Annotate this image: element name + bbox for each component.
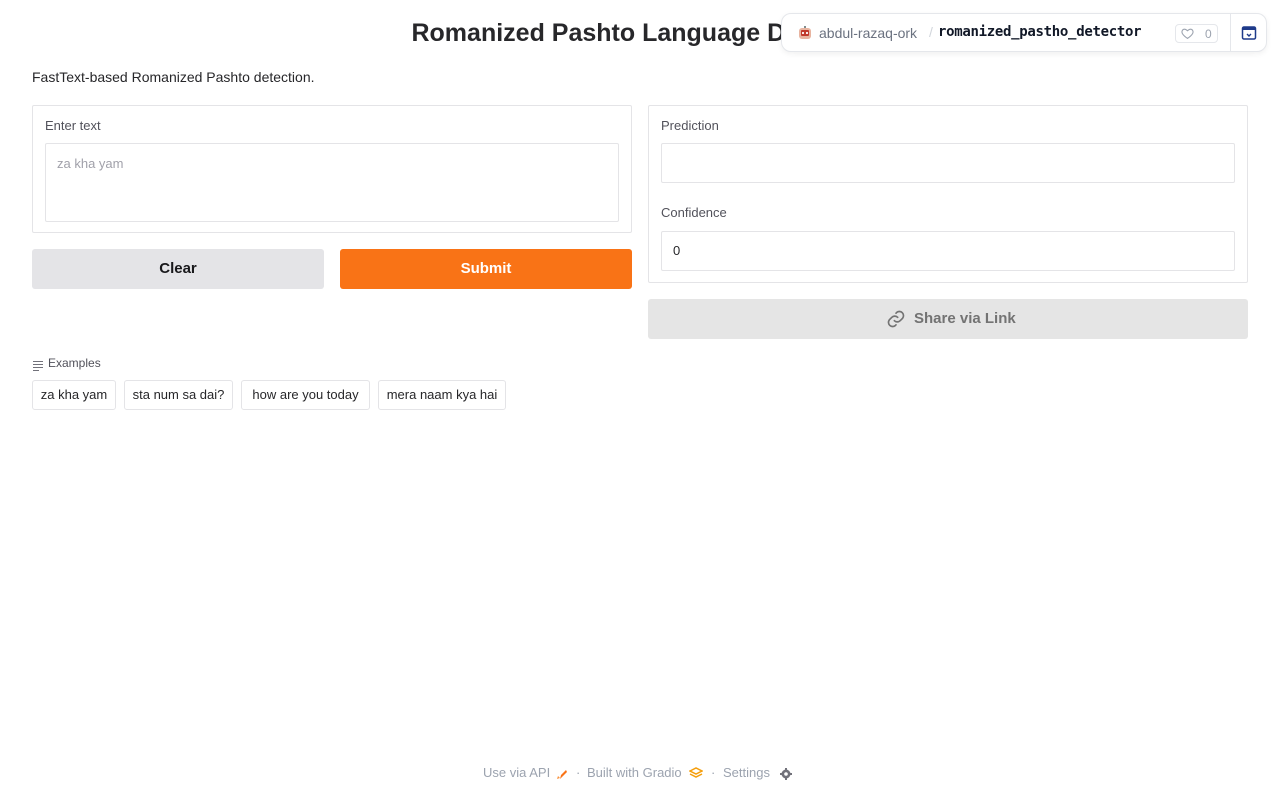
use-via-api-link[interactable]: Use via API xyxy=(483,765,550,780)
settings-link[interactable]: Settings xyxy=(723,765,770,780)
example-item[interactable]: mera naam kya hai xyxy=(378,380,506,410)
path-separator: / xyxy=(929,24,933,40)
share-link-button[interactable]: Share via Link xyxy=(648,299,1248,339)
confidence-label: Confidence xyxy=(661,205,727,220)
examples-heading: Examples xyxy=(48,356,101,370)
footer: Use via API · Built with Gradio · Settin… xyxy=(0,765,1280,783)
space-owner-link[interactable]: abdul-razaq-ork xyxy=(819,25,917,41)
page-description: FastText-based Romanized Pashto detectio… xyxy=(32,69,315,85)
badge-divider xyxy=(1230,14,1231,51)
output-panel: Prediction Confidence 0 xyxy=(648,105,1248,283)
robot-avatar-icon[interactable] xyxy=(798,26,812,40)
space-header-badge: abdul-razaq-ork / romanized_pastho_detec… xyxy=(781,13,1267,52)
prediction-label: Prediction xyxy=(661,118,719,133)
built-with-gradio-link[interactable]: Built with Gradio xyxy=(587,765,682,780)
example-item[interactable]: sta num sa dai? xyxy=(124,380,233,410)
list-icon xyxy=(33,361,43,371)
embed-window-icon[interactable] xyxy=(1241,25,1257,41)
rocket-icon xyxy=(557,770,567,779)
prediction-output[interactable] xyxy=(661,143,1235,183)
footer-separator: · xyxy=(576,765,581,780)
gradio-logo-icon xyxy=(689,767,703,778)
heart-icon xyxy=(1181,28,1194,40)
gear-icon xyxy=(780,768,792,780)
input-panel: Enter text xyxy=(32,105,632,233)
text-input[interactable] xyxy=(45,143,619,222)
submit-button[interactable]: Submit xyxy=(340,249,632,289)
footer-separator: · xyxy=(711,765,716,780)
example-item[interactable]: za kha yam xyxy=(32,380,116,410)
like-button[interactable]: 0 xyxy=(1175,24,1218,43)
share-label: Share via Link xyxy=(914,310,1016,327)
link-icon xyxy=(887,310,905,328)
space-repo-link[interactable]: romanized_pastho_detector xyxy=(938,24,1142,40)
clear-button[interactable]: Clear xyxy=(32,249,324,289)
input-label: Enter text xyxy=(45,118,101,133)
confidence-output[interactable]: 0 xyxy=(661,231,1235,271)
example-item[interactable]: how are you today xyxy=(241,380,370,410)
like-count: 0 xyxy=(1205,27,1212,41)
